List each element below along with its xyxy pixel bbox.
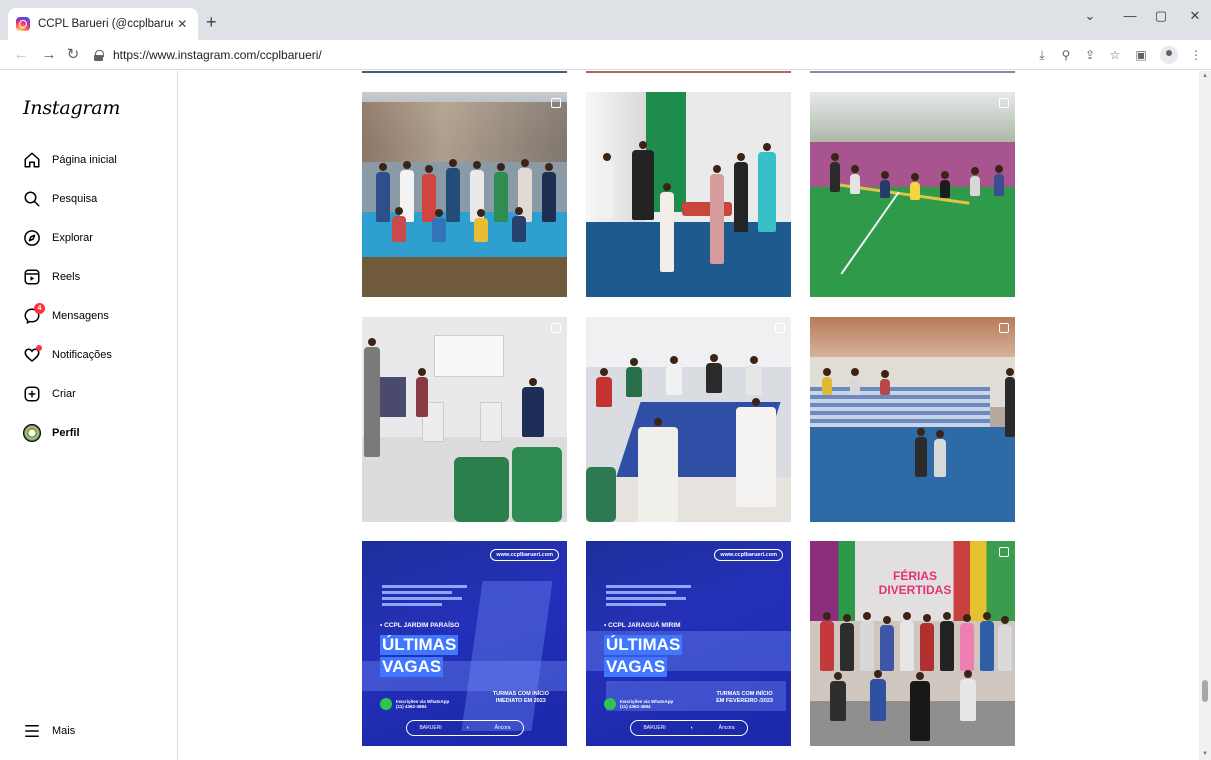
- side-panel-icon[interactable]: ▣: [1133, 47, 1149, 63]
- post-thumbnail[interactable]: www.ccplbarueri.com • CCPL JARDIM PARAÍS…: [362, 541, 567, 746]
- promo-headline-1: ÚLTIMAS: [604, 635, 683, 655]
- nav-label: Explorar: [52, 232, 93, 244]
- new-tab-icon[interactable]: +: [206, 13, 217, 31]
- nav-label: Reels: [52, 271, 81, 283]
- carousel-indicator-icon: [999, 323, 1009, 333]
- nav-home[interactable]: Página inicial: [22, 148, 117, 172]
- create-plus-icon: [22, 384, 42, 404]
- minimize-icon[interactable]: —: [1120, 8, 1140, 23]
- nav-search[interactable]: Pesquisa: [22, 187, 97, 211]
- promo-headline-2: VAGAS: [604, 657, 668, 677]
- promo-fine-print: [606, 585, 696, 606]
- window-close-icon[interactable]: ✕: [1185, 8, 1205, 24]
- promo-site-label: www.ccplbarueri.com: [490, 549, 559, 561]
- promo-headline-1: ÚLTIMAS: [380, 635, 459, 655]
- carousel-indicator-icon: [551, 98, 561, 108]
- carousel-indicator-icon: [775, 323, 785, 333]
- promo-site-label: www.ccplbarueri.com: [714, 549, 783, 561]
- post-thumbnail[interactable]: [810, 92, 1015, 297]
- nav-label: Página inicial: [52, 154, 117, 166]
- carousel-indicator-icon: [999, 547, 1009, 557]
- promo-turmas: TURMAS COM INÍCIO EM FEVEREIRO /2023: [716, 691, 773, 704]
- instagram-sidebar: Instagram Página inicial Pesquisa Explor…: [0, 71, 178, 760]
- message-count-badge: 4: [34, 303, 45, 314]
- nav-label: Perfil: [52, 427, 80, 439]
- whatsapp-icon: [380, 698, 392, 710]
- notification-dot: [36, 345, 42, 351]
- avatar: [22, 423, 42, 443]
- nav-label: Mensagens: [52, 310, 109, 322]
- promo-fine-print: [382, 585, 472, 606]
- promo-unit-name: • CCPL JARDIM PARAÍSO: [380, 622, 460, 629]
- post-thumbnail[interactable]: [362, 71, 567, 73]
- address-bar[interactable]: https://www.instagram.com/ccplbarueri/: [94, 44, 1144, 66]
- promo-footer-logos: BARUERI ◐ Âncora: [630, 720, 748, 736]
- url-text: https://www.instagram.com/ccplbarueri/: [113, 48, 322, 62]
- install-app-icon[interactable]: ⤓: [1034, 47, 1050, 63]
- messenger-icon: 4: [22, 303, 45, 326]
- reload-icon[interactable]: ↻: [64, 45, 82, 65]
- nav-label: Notificações: [52, 349, 112, 361]
- hamburger-menu-icon: [22, 721, 42, 741]
- instagram-favicon-icon: [16, 17, 30, 31]
- arrow-right-icon[interactable]: →: [40, 45, 58, 65]
- kebab-menu-icon[interactable]: ⋮: [1188, 47, 1204, 63]
- nav-messages[interactable]: 4 Mensagens: [22, 303, 109, 328]
- nav-reels[interactable]: Reels: [22, 265, 80, 289]
- promo-turmas: TURMAS COM INÍCIO IMEDIATO EM 2023: [492, 691, 549, 704]
- share-icon[interactable]: ⇪: [1082, 47, 1098, 63]
- post-thumbnail[interactable]: [810, 71, 1015, 73]
- scroll-up-icon[interactable]: ▲: [1202, 73, 1208, 79]
- nav-label: Mais: [52, 725, 76, 737]
- lock-icon[interactable]: [94, 49, 104, 61]
- nav-explore[interactable]: Explorar: [22, 226, 93, 250]
- post-thumbnail[interactable]: [362, 92, 567, 297]
- page-scrollbar[interactable]: ▲ ▼: [1199, 71, 1211, 760]
- post-thumbnail[interactable]: [810, 317, 1015, 522]
- zoom-icon[interactable]: ⚲: [1058, 47, 1074, 63]
- carousel-indicator-icon: [999, 98, 1009, 108]
- promo-unit-name: • CCPL JARAGUÁ MIRIM: [604, 622, 681, 629]
- post-thumbnail[interactable]: [586, 92, 791, 297]
- maximize-icon[interactable]: ▢: [1151, 8, 1171, 24]
- home-icon: [22, 150, 42, 170]
- nav-profile[interactable]: Perfil: [22, 421, 80, 445]
- promo-whatsapp: Inscrições via WhatsApp (11) 4362-4684: [380, 698, 449, 710]
- profile-icon[interactable]: [1160, 46, 1178, 64]
- compass-icon: [22, 228, 42, 248]
- tab-search-chevron-icon[interactable]: ⌄: [1080, 8, 1100, 24]
- scrollbar-thumb[interactable]: [1202, 680, 1208, 702]
- instagram-logo[interactable]: Instagram: [23, 97, 120, 119]
- post-thumbnail[interactable]: FÉRIAS DIVERTIDAS: [810, 541, 1015, 746]
- post-thumbnail[interactable]: [362, 317, 567, 522]
- nav-create[interactable]: Criar: [22, 382, 76, 406]
- browser-toolbar: ← → ↻ https://www.instagram.com/ccplbaru…: [0, 40, 1211, 70]
- arrow-left-icon[interactable]: ←: [12, 45, 30, 65]
- nav-label: Pesquisa: [52, 193, 98, 205]
- ferias-banner: FÉRIAS DIVERTIDAS: [878, 569, 952, 597]
- tab-title: CCPL Barueri (@ccplbarueri) • Fo: [38, 18, 173, 30]
- star-icon[interactable]: ☆: [1107, 47, 1123, 63]
- browser-tab[interactable]: CCPL Barueri (@ccplbarueri) • Fo ✕: [8, 8, 198, 40]
- post-thumbnail[interactable]: [586, 71, 791, 73]
- promo-headline-2: VAGAS: [380, 657, 444, 677]
- profile-post-grid: www.ccplbarueri.com • CCPL JARDIM PARAÍS…: [179, 71, 1199, 760]
- post-thumbnail[interactable]: [586, 317, 791, 522]
- nav-label: Criar: [52, 388, 76, 400]
- carousel-indicator-icon: [551, 323, 561, 333]
- promo-whatsapp: Inscrições via WhatsApp (11) 4362-4684: [604, 698, 673, 710]
- search-icon: [22, 189, 42, 209]
- reels-icon: [22, 267, 42, 287]
- tab-close-icon[interactable]: ✕: [175, 17, 190, 31]
- nav-notifications[interactable]: Notificações: [22, 343, 112, 367]
- whatsapp-icon: [604, 698, 616, 710]
- post-thumbnail[interactable]: www.ccplbarueri.com • CCPL JARAGUÁ MIRIM…: [586, 541, 791, 746]
- nav-more[interactable]: Mais: [22, 719, 75, 743]
- heart-icon: [22, 345, 42, 365]
- scroll-down-icon[interactable]: ▼: [1202, 751, 1208, 757]
- promo-footer-logos: BARUERI ◐ Âncora: [406, 720, 524, 736]
- browser-tabstrip: CCPL Barueri (@ccplbarueri) • Fo ✕ + ⌄ —…: [0, 0, 1211, 40]
